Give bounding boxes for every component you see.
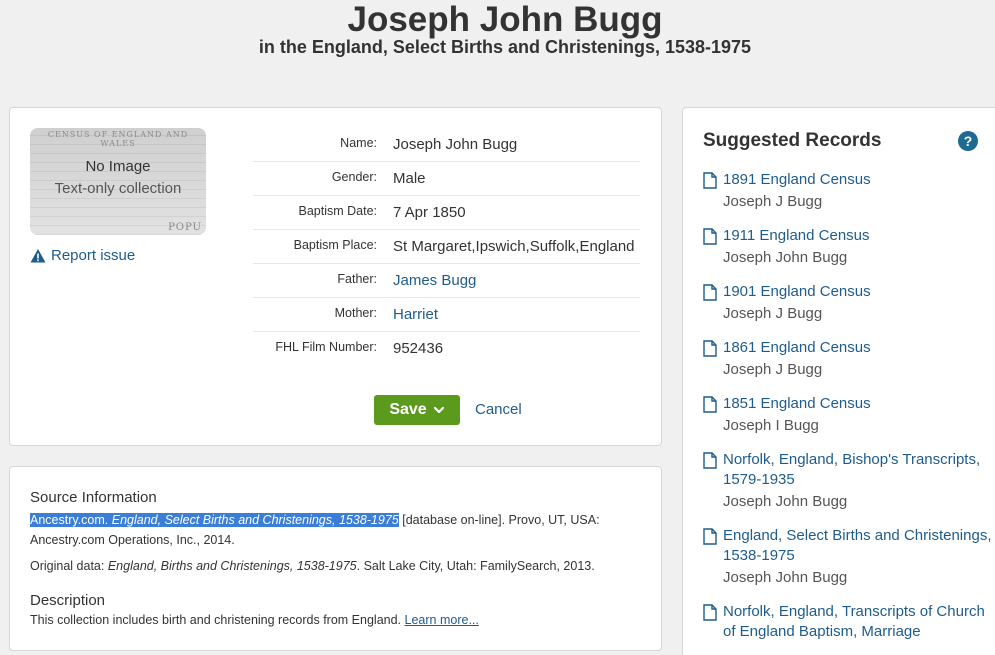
chevron-down-icon (433, 406, 444, 414)
field-value: Male (393, 170, 426, 187)
suggested-record-link[interactable]: 1891 England Census (723, 170, 871, 190)
svg-text:?: ? (964, 133, 973, 149)
field-mother-row: Mother: Harriet (253, 298, 640, 332)
suggested-record-person: Joseph J Bugg (723, 361, 823, 378)
census-header-text: CENSUS OF ENGLAND AND WALES (47, 130, 189, 148)
suggested-record-person: Joseph John Bugg (723, 249, 848, 266)
suggested-record-link[interactable]: Norfolk, England, Transcripts of Church … (723, 602, 993, 642)
save-button[interactable]: Save (374, 395, 460, 425)
document-icon (703, 172, 717, 189)
document-icon (703, 528, 717, 545)
highlighted-database-title: England, Select Births and Christenings,… (111, 513, 399, 527)
suggested-record-link[interactable]: Norfolk, England, Bishop's Transcripts, … (723, 450, 993, 490)
no-image-label: No Image (85, 158, 151, 175)
suggested-record-person: Joseph John Bugg (723, 493, 848, 510)
field-label: Gender: (331, 170, 377, 184)
suggested-record-item: Norfolk, England, Transcripts of Church … (703, 602, 993, 642)
field-value: 7 Apr 1850 (393, 204, 466, 221)
document-icon (703, 452, 717, 469)
document-icon (703, 284, 717, 301)
learn-more-link[interactable]: Learn more... (405, 613, 479, 627)
field-father-row: Father: James Bugg (253, 264, 640, 298)
suggested-record-item: 1861 England Census Joseph J Bugg (703, 338, 993, 381)
warning-icon (30, 248, 46, 262)
field-fhl-film-row: FHL Film Number: 952436 (253, 332, 640, 365)
document-icon (703, 340, 717, 357)
help-icon[interactable]: ? (958, 131, 978, 151)
source-information-title: Source Information (30, 489, 157, 506)
suggested-record-item: 1851 England Census Joseph I Bugg (703, 394, 993, 437)
father-link[interactable]: James Bugg (393, 269, 640, 292)
suggested-record-person: Joseph J Bugg (723, 305, 823, 322)
suggested-record-item: 1911 England Census Joseph John Bugg (703, 226, 993, 269)
report-issue-link[interactable]: Report issue (30, 247, 135, 264)
field-baptism-place-row: Baptism Place: St Margaret,Ipswich,Suffo… (253, 230, 640, 264)
suggested-record-item: England, Select Births and Christenings,… (703, 526, 993, 589)
census-popu-text: POPU (168, 222, 202, 233)
field-name-row: Name: Joseph John Bugg (253, 128, 640, 162)
record-thumbnail: CENSUS OF ENGLAND AND WALES POPU No Imag… (30, 128, 206, 235)
field-label: Name: (340, 136, 377, 150)
field-label: Baptism Place: (293, 238, 377, 252)
mother-link[interactable]: Harriet (393, 303, 640, 326)
suggested-record-link[interactable]: 1851 England Census (723, 394, 871, 414)
field-value: 952436 (393, 340, 444, 357)
suggested-record-item: 1891 England Census Joseph J Bugg (703, 170, 993, 213)
page-title: Joseph John Bugg (347, 0, 663, 39)
source-citation: Ancestry.com. England, Select Births and… (30, 510, 640, 550)
suggested-record-item: Norfolk, England, Bishop's Transcripts, … (703, 450, 993, 513)
field-label: Baptism Date: (298, 204, 377, 218)
field-label: Father: (337, 272, 377, 286)
field-value: Joseph John Bugg (393, 136, 518, 153)
document-icon (703, 228, 717, 245)
field-gender-row: Gender: Male (253, 162, 640, 196)
original-prefix: Original data: (30, 559, 105, 573)
record-card: CENSUS OF ENGLAND AND WALES POPU No Imag… (9, 107, 662, 446)
original-data: Original data: England, Births and Chris… (30, 559, 640, 573)
description-body: This collection includes birth and chris… (30, 613, 402, 627)
suggested-record-link[interactable]: 1911 England Census (723, 226, 870, 246)
suggested-record-item: 1901 England Census Joseph J Bugg (703, 282, 993, 325)
source-card: Source Information Ancestry.com. England… (9, 466, 662, 651)
field-value: St Margaret,Ipswich,Suffolk,England (393, 238, 635, 255)
description-title: Description (30, 592, 106, 609)
document-icon (703, 396, 717, 413)
page-subtitle: in the England, Select Births and Christ… (258, 37, 752, 57)
original-rest: . Salt Lake City, Utah: FamilySearch, 20… (356, 559, 595, 573)
suggested-record-link[interactable]: 1861 England Census (723, 338, 871, 358)
suggested-record-link[interactable]: 1901 England Census (723, 282, 871, 302)
suggested-records-list: 1891 England Census Joseph J Bugg 1911 E… (703, 170, 993, 655)
suggested-records-panel: Suggested Records ? 1891 England Census … (682, 107, 995, 655)
highlighted-source-org: Ancestry.com. (30, 513, 109, 527)
field-baptism-date-row: Baptism Date: 7 Apr 1850 (253, 196, 640, 230)
suggested-records-title: Suggested Records (703, 130, 882, 151)
suggested-record-person: Joseph John Bugg (723, 569, 848, 586)
suggested-record-link[interactable]: England, Select Births and Christenings,… (723, 526, 993, 566)
suggested-record-person: Joseph I Bugg (723, 417, 819, 434)
document-icon (703, 604, 717, 621)
suggested-record-person: Joseph J Bugg (723, 193, 823, 210)
text-only-label: Text-only collection (54, 180, 182, 197)
description-text: This collection includes birth and chris… (30, 613, 640, 627)
field-label: FHL Film Number: (275, 340, 377, 354)
record-fields: Name: Joseph John Bugg Gender: Male Bapt… (253, 128, 640, 365)
field-label: Mother: (334, 306, 377, 320)
cancel-link[interactable]: Cancel (475, 401, 522, 418)
original-title: England, Births and Christenings, 1538-1… (107, 559, 357, 573)
report-issue-label: Report issue (51, 247, 136, 264)
save-button-label: Save (389, 401, 427, 418)
